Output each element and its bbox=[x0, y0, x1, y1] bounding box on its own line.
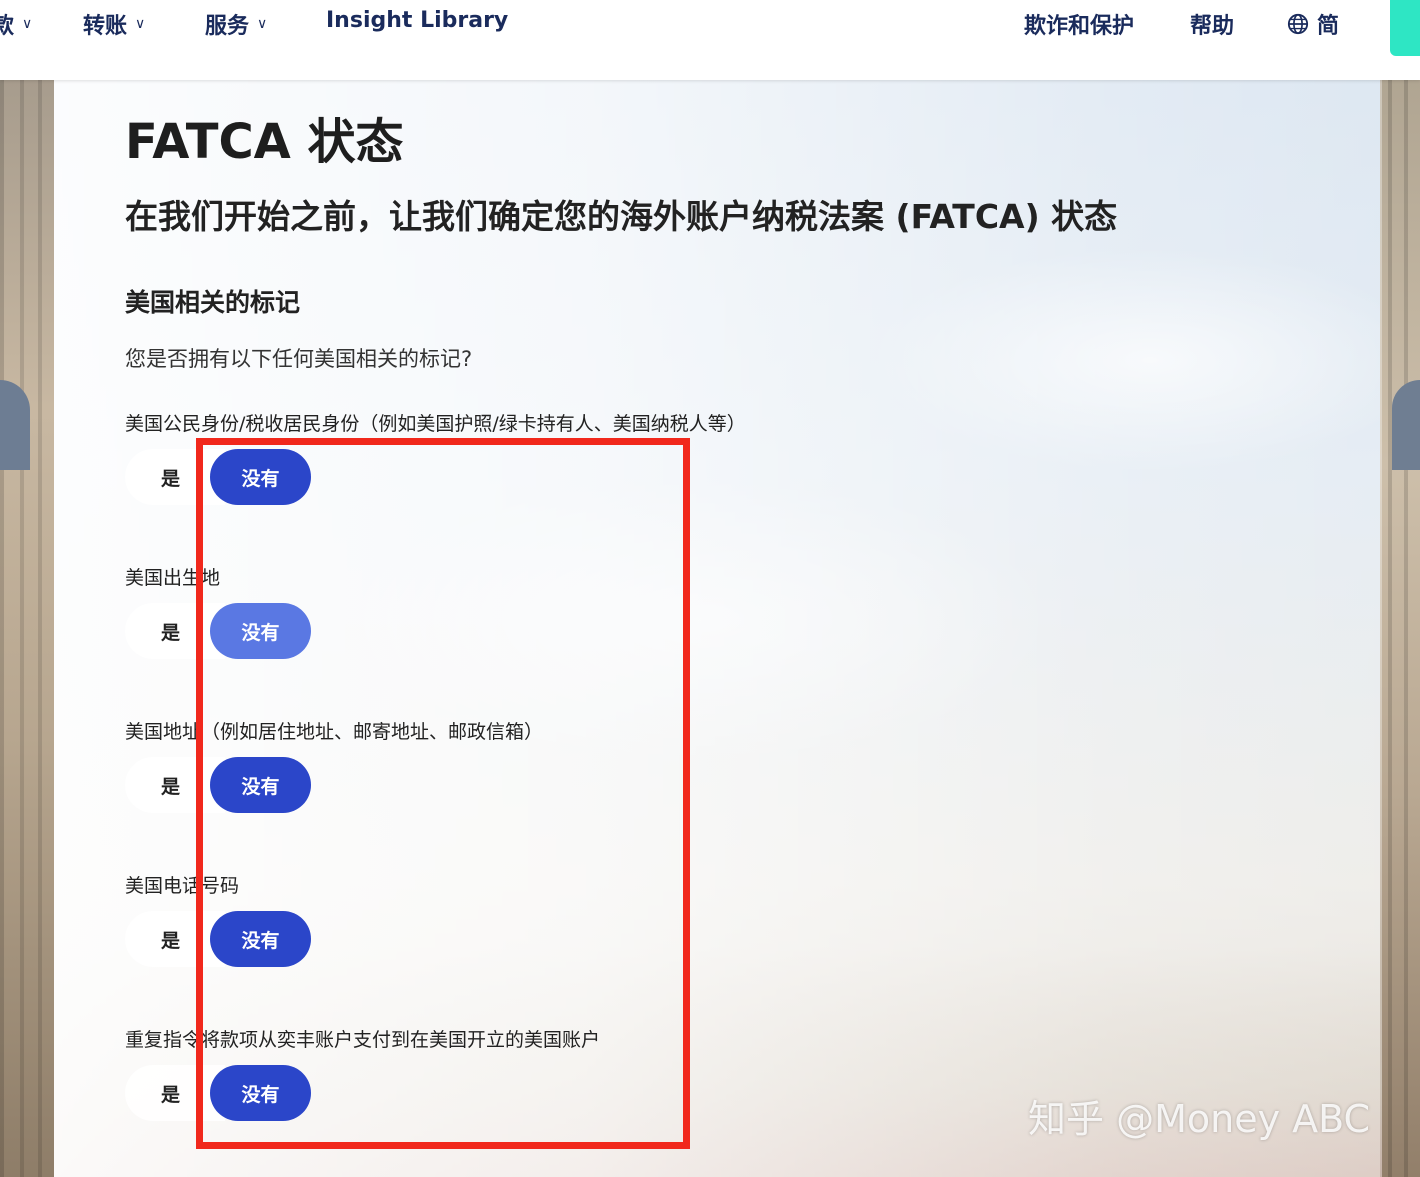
page-title: FATCA 状态 bbox=[125, 114, 404, 170]
nav-item-insight-library[interactable]: Insight Library bbox=[326, 8, 508, 33]
chevron-down-icon: ∨ bbox=[257, 16, 268, 32]
nav-item-fraud-protection[interactable]: 欺诈和保护 bbox=[1024, 8, 1134, 40]
watermark: 知乎 @Money ABC bbox=[1028, 1097, 1371, 1141]
nav-item-label: 服务 bbox=[205, 14, 250, 39]
annotation-highlight-box bbox=[196, 438, 690, 1149]
background-dome-left bbox=[0, 380, 30, 470]
nav-item-label: 简 bbox=[1317, 14, 1340, 39]
nav-item-transfer[interactable]: 转账 ∨ bbox=[83, 8, 145, 40]
nav-item-label: 帮助 bbox=[1190, 14, 1235, 39]
nav-item-label: 转账 bbox=[83, 14, 128, 39]
section-title: 美国相关的标记 bbox=[125, 288, 301, 317]
nav-item-label: Insight Library bbox=[326, 8, 509, 33]
nav-item-label: 欺诈和保护 bbox=[1024, 14, 1135, 39]
globe-icon bbox=[1287, 13, 1309, 35]
chevron-down-icon: ∨ bbox=[135, 16, 146, 32]
background-building-right bbox=[1380, 80, 1420, 1177]
nav-item-help[interactable]: 帮助 bbox=[1190, 8, 1234, 40]
nav-item-label: 款 bbox=[0, 14, 15, 39]
nav-item-services[interactable]: 服务 ∨ bbox=[205, 8, 267, 40]
indicator-label: 美国公民身份/税收居民身份（例如美国护照/绿卡持有人、美国纳税人等） bbox=[125, 413, 746, 435]
background-building-left bbox=[0, 80, 54, 1177]
nav-accent-button[interactable] bbox=[1390, 0, 1420, 56]
background-dome-right bbox=[1392, 380, 1420, 470]
chevron-down-icon: ∨ bbox=[22, 16, 33, 32]
page-subtitle: 在我们开始之前，让我们确定您的海外账户纳税法案 (FATCA) 状态 bbox=[125, 197, 1118, 236]
nav-item-language[interactable]: 简 bbox=[1287, 8, 1339, 40]
nav-item-accounts[interactable]: 款 ∨ bbox=[0, 8, 32, 40]
question-text: 您是否拥有以下任何美国相关的标记? bbox=[125, 347, 473, 371]
top-nav: 款 ∨ 转账 ∨ 服务 ∨ Insight Library 欺诈和保护 帮助 简 bbox=[0, 0, 1420, 80]
